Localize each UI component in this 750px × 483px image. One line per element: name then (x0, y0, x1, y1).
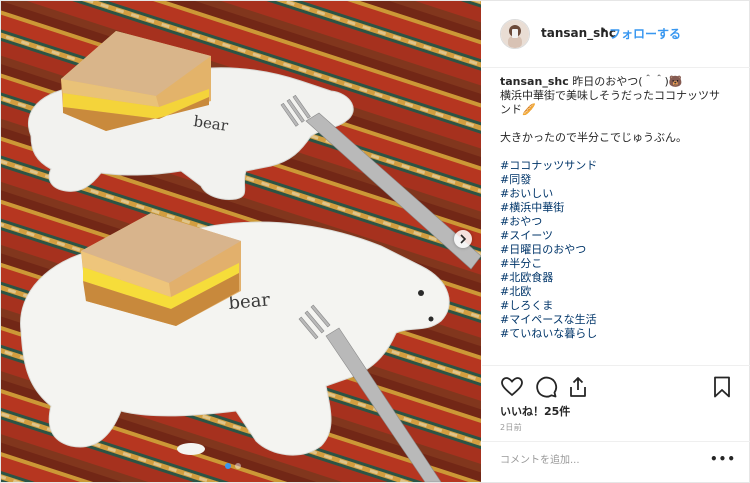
post-photo[interactable]: bear bear (1, 1, 481, 482)
chevron-right-icon (460, 234, 467, 244)
share-button[interactable] (566, 375, 590, 399)
avatar-image (501, 20, 529, 48)
hashtag-link[interactable]: #ていねいな暮らし (500, 327, 740, 341)
hashtag-link[interactable]: #おやつ (500, 215, 740, 229)
hashtag-link[interactable]: #ココナッツサンド (500, 159, 740, 173)
hashtag-link[interactable]: #しろくま (500, 299, 740, 313)
carousel-indicators (225, 463, 241, 469)
hashtag-link[interactable]: #同發 (500, 173, 740, 187)
post-header: tansan_shc • フォローする (482, 1, 750, 68)
hashtag-link[interactable]: #マイペースな生活 (500, 313, 740, 327)
caption-text-1: 昨日のおやつ(＾＾)🐻 (572, 75, 683, 88)
share-icon (570, 377, 586, 397)
carousel-dot-active (225, 463, 231, 469)
caption-line-2: 横浜中華街で美味しそうだったココナッツサ (500, 89, 720, 102)
hashtag-link[interactable]: #日曜日のおやつ (500, 243, 740, 257)
caption-username[interactable]: tansan_shc (500, 75, 569, 88)
caption-line-4: 大きかったので半分こでじゅうぶん。 (500, 131, 687, 144)
more-icon: ••• (710, 452, 737, 466)
carousel-dot (235, 463, 241, 469)
more-options-button[interactable]: ••• (710, 452, 735, 466)
comment-button[interactable] (534, 375, 558, 399)
divider (482, 365, 750, 366)
caption-line-1: tansan_shc 昨日のおやつ(＾＾)🐻 (500, 75, 740, 89)
divider (482, 441, 750, 442)
hashtag-link[interactable]: #半分こ (500, 257, 740, 271)
header-separator: • (600, 24, 608, 38)
post-timestamp[interactable]: 2日前 (500, 422, 522, 433)
comment-input[interactable] (500, 452, 700, 468)
hashtag-link[interactable]: #北欧食器 (500, 271, 740, 285)
photo-illustration: bear bear (1, 1, 481, 482)
hashtag-link[interactable]: #おいしい (500, 187, 740, 201)
like-button[interactable] (500, 375, 524, 399)
post-sidebar: tansan_shc • フォローする tansan_shc 昨日のおやつ(＾＾… (482, 1, 750, 482)
bookmark-icon (714, 376, 730, 398)
next-photo-button[interactable] (454, 230, 472, 248)
follow-button[interactable]: フォローする (609, 25, 681, 42)
post-card: bear bear tansan_shc • フォローする tansan_shc… (0, 0, 750, 483)
comment-icon (536, 376, 558, 398)
post-caption: tansan_shc 昨日のおやつ(＾＾)🐻 横浜中華街で美味しそうだったココナ… (500, 75, 740, 341)
hashtag-link[interactable]: #横浜中華街 (500, 201, 740, 215)
heart-icon (501, 377, 523, 397)
like-count[interactable]: いいね！25件 (500, 403, 570, 419)
avatar[interactable] (500, 19, 530, 49)
save-button[interactable] (710, 375, 734, 399)
caption-line-3: ンド🥖 (500, 103, 536, 116)
action-bar (500, 375, 732, 399)
hashtag-link[interactable]: #スイーツ (500, 229, 740, 243)
hashtag-link[interactable]: #北欧 (500, 285, 740, 299)
